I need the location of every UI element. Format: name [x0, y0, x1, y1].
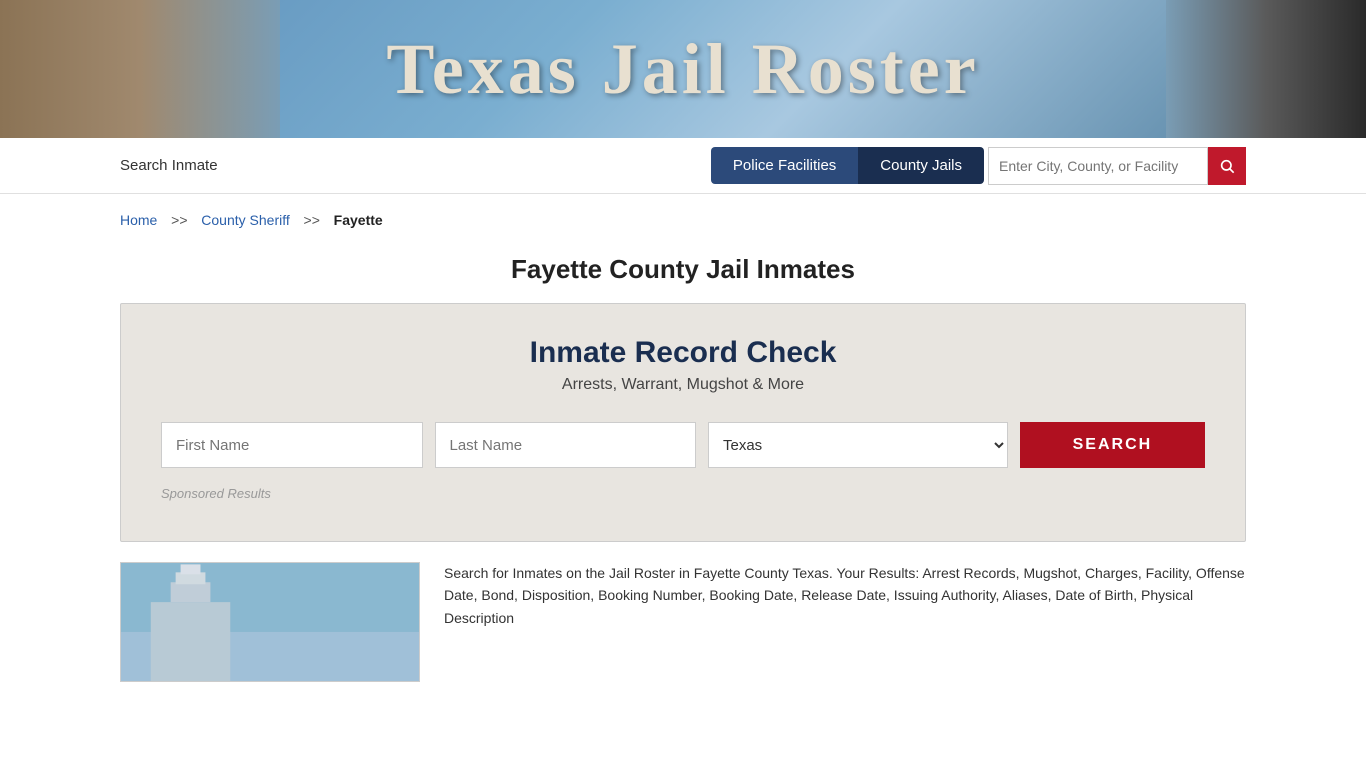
search-row: AlabamaAlaskaArizonaArkansasCaliforniaCo… — [161, 422, 1205, 468]
header-banner: Texas Jail Roster — [0, 0, 1366, 138]
breadcrumb-home[interactable]: Home — [120, 212, 157, 228]
record-check-box: Inmate Record Check Arrests, Warrant, Mu… — [120, 303, 1246, 542]
bottom-image — [120, 562, 420, 682]
first-name-input[interactable] — [161, 422, 423, 468]
search-icon — [1219, 158, 1235, 174]
breadcrumb-sep-2: >> — [300, 212, 324, 228]
bottom-image-svg — [121, 562, 419, 682]
bottom-description: Search for Inmates on the Jail Roster in… — [444, 562, 1246, 682]
breadcrumb-current: Fayette — [334, 212, 383, 228]
bottom-section: Search for Inmates on the Jail Roster in… — [120, 562, 1246, 682]
nav-tabs: Police Facilities County Jails — [711, 147, 984, 184]
state-select[interactable]: AlabamaAlaskaArizonaArkansasCaliforniaCo… — [708, 422, 1008, 468]
search-button[interactable]: SEARCH — [1020, 422, 1205, 468]
last-name-input[interactable] — [435, 422, 697, 468]
breadcrumb: Home >> County Sheriff >> Fayette — [0, 194, 1366, 246]
record-check-subtitle: Arrests, Warrant, Mugshot & More — [161, 376, 1205, 394]
record-check-title: Inmate Record Check — [161, 336, 1205, 370]
police-facilities-tab[interactable]: Police Facilities — [711, 147, 858, 184]
capitol-bg — [0, 0, 280, 138]
image-placeholder — [121, 563, 419, 681]
page-title: Fayette County Jail Inmates — [0, 254, 1366, 285]
right-bg — [1166, 0, 1366, 138]
sponsored-label: Sponsored Results — [161, 486, 1205, 501]
nav-search-wrapper — [988, 147, 1246, 185]
nav-bar: Search Inmate Police Facilities County J… — [0, 138, 1366, 194]
page-title-section: Fayette County Jail Inmates — [0, 246, 1366, 303]
county-jails-tab[interactable]: County Jails — [858, 147, 984, 184]
search-inmate-label: Search Inmate — [120, 157, 218, 174]
breadcrumb-county-sheriff[interactable]: County Sheriff — [201, 212, 289, 228]
nav-search-input[interactable] — [988, 147, 1208, 185]
banner-title: Texas Jail Roster — [386, 28, 979, 111]
breadcrumb-sep-1: >> — [167, 212, 191, 228]
nav-search-button[interactable] — [1208, 147, 1246, 185]
